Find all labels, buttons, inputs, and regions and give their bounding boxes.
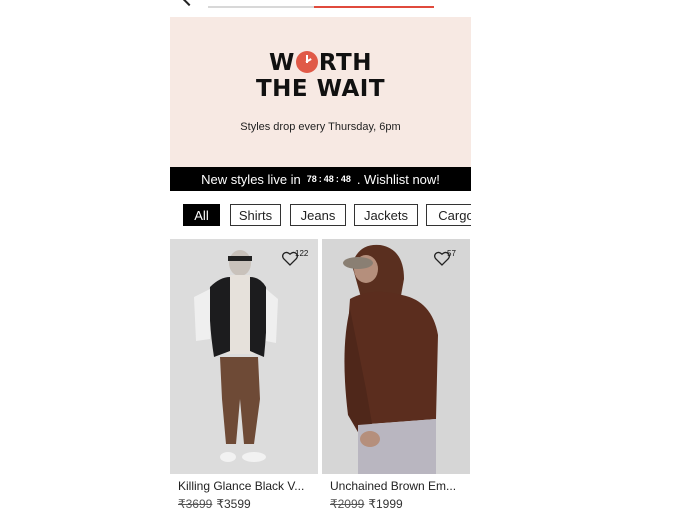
filter-chip-shirts[interactable]: Shirts <box>230 204 281 226</box>
product-card[interactable]: 122 Killing Glance Black V... ₹3699 ₹3599 <box>170 239 318 512</box>
filter-chip-cargo[interactable]: Cargo <box>426 204 471 226</box>
product-image[interactable]: 57 <box>322 239 470 474</box>
product-photo-hoodie <box>322 239 470 474</box>
product-price: ₹3599 <box>216 497 251 511</box>
clock-icon <box>295 51 318 73</box>
countdown-prefix: New styles live in <box>201 171 301 187</box>
product-image[interactable]: 122 <box>170 239 318 474</box>
product-photo-jacket <box>170 239 318 474</box>
category-filter-bar: All Shirts Jeans Jackets Cargo <box>183 204 471 228</box>
product-mrp: ₹3699 <box>178 497 213 511</box>
banner-subtitle: Styles drop every Thursday, 6pm <box>240 121 401 133</box>
product-card[interactable]: 57 Unchained Brown Em... ₹2099 ₹1999 <box>322 239 470 512</box>
promo-banner: W RTH THE WAIT Styles drop every Thursday… <box>170 17 471 167</box>
wishlist-toggle[interactable]: 57 <box>434 249 464 269</box>
wishlist-count: 57 <box>447 249 456 258</box>
banner-headline-line2: THE WAIT <box>255 76 386 102</box>
countdown-hours: 78 <box>306 174 317 184</box>
active-tab-indicator <box>314 6 434 8</box>
filter-chip-all[interactable]: All <box>183 204 220 226</box>
product-name[interactable]: Killing Glance Black V... <box>178 479 304 493</box>
product-mrp: ₹2099 <box>330 497 365 511</box>
countdown-minutes: 48 <box>323 174 334 184</box>
countdown-timer: 78: 48: 48 <box>306 174 351 184</box>
filter-chip-jackets[interactable]: Jackets <box>354 204 418 226</box>
price-row: ₹3699 ₹3599 <box>178 497 251 511</box>
filter-chip-jeans[interactable]: Jeans <box>290 204 346 226</box>
wishlist-count: 122 <box>295 249 309 258</box>
product-price: ₹1999 <box>368 497 403 511</box>
top-bar <box>170 0 471 16</box>
banner-headline-line1: W RTH <box>269 50 372 76</box>
back-arrow-icon[interactable] <box>181 0 197 7</box>
wishlist-toggle[interactable]: 122 <box>282 249 312 269</box>
price-row: ₹2099 ₹1999 <box>330 497 403 511</box>
countdown-bar: New styles live in 78: 48: 48 . Wishlist… <box>170 167 471 191</box>
product-name[interactable]: Unchained Brown Em... <box>330 479 456 493</box>
countdown-seconds: 48 <box>340 174 351 184</box>
countdown-suffix: . Wishlist now! <box>356 171 440 187</box>
